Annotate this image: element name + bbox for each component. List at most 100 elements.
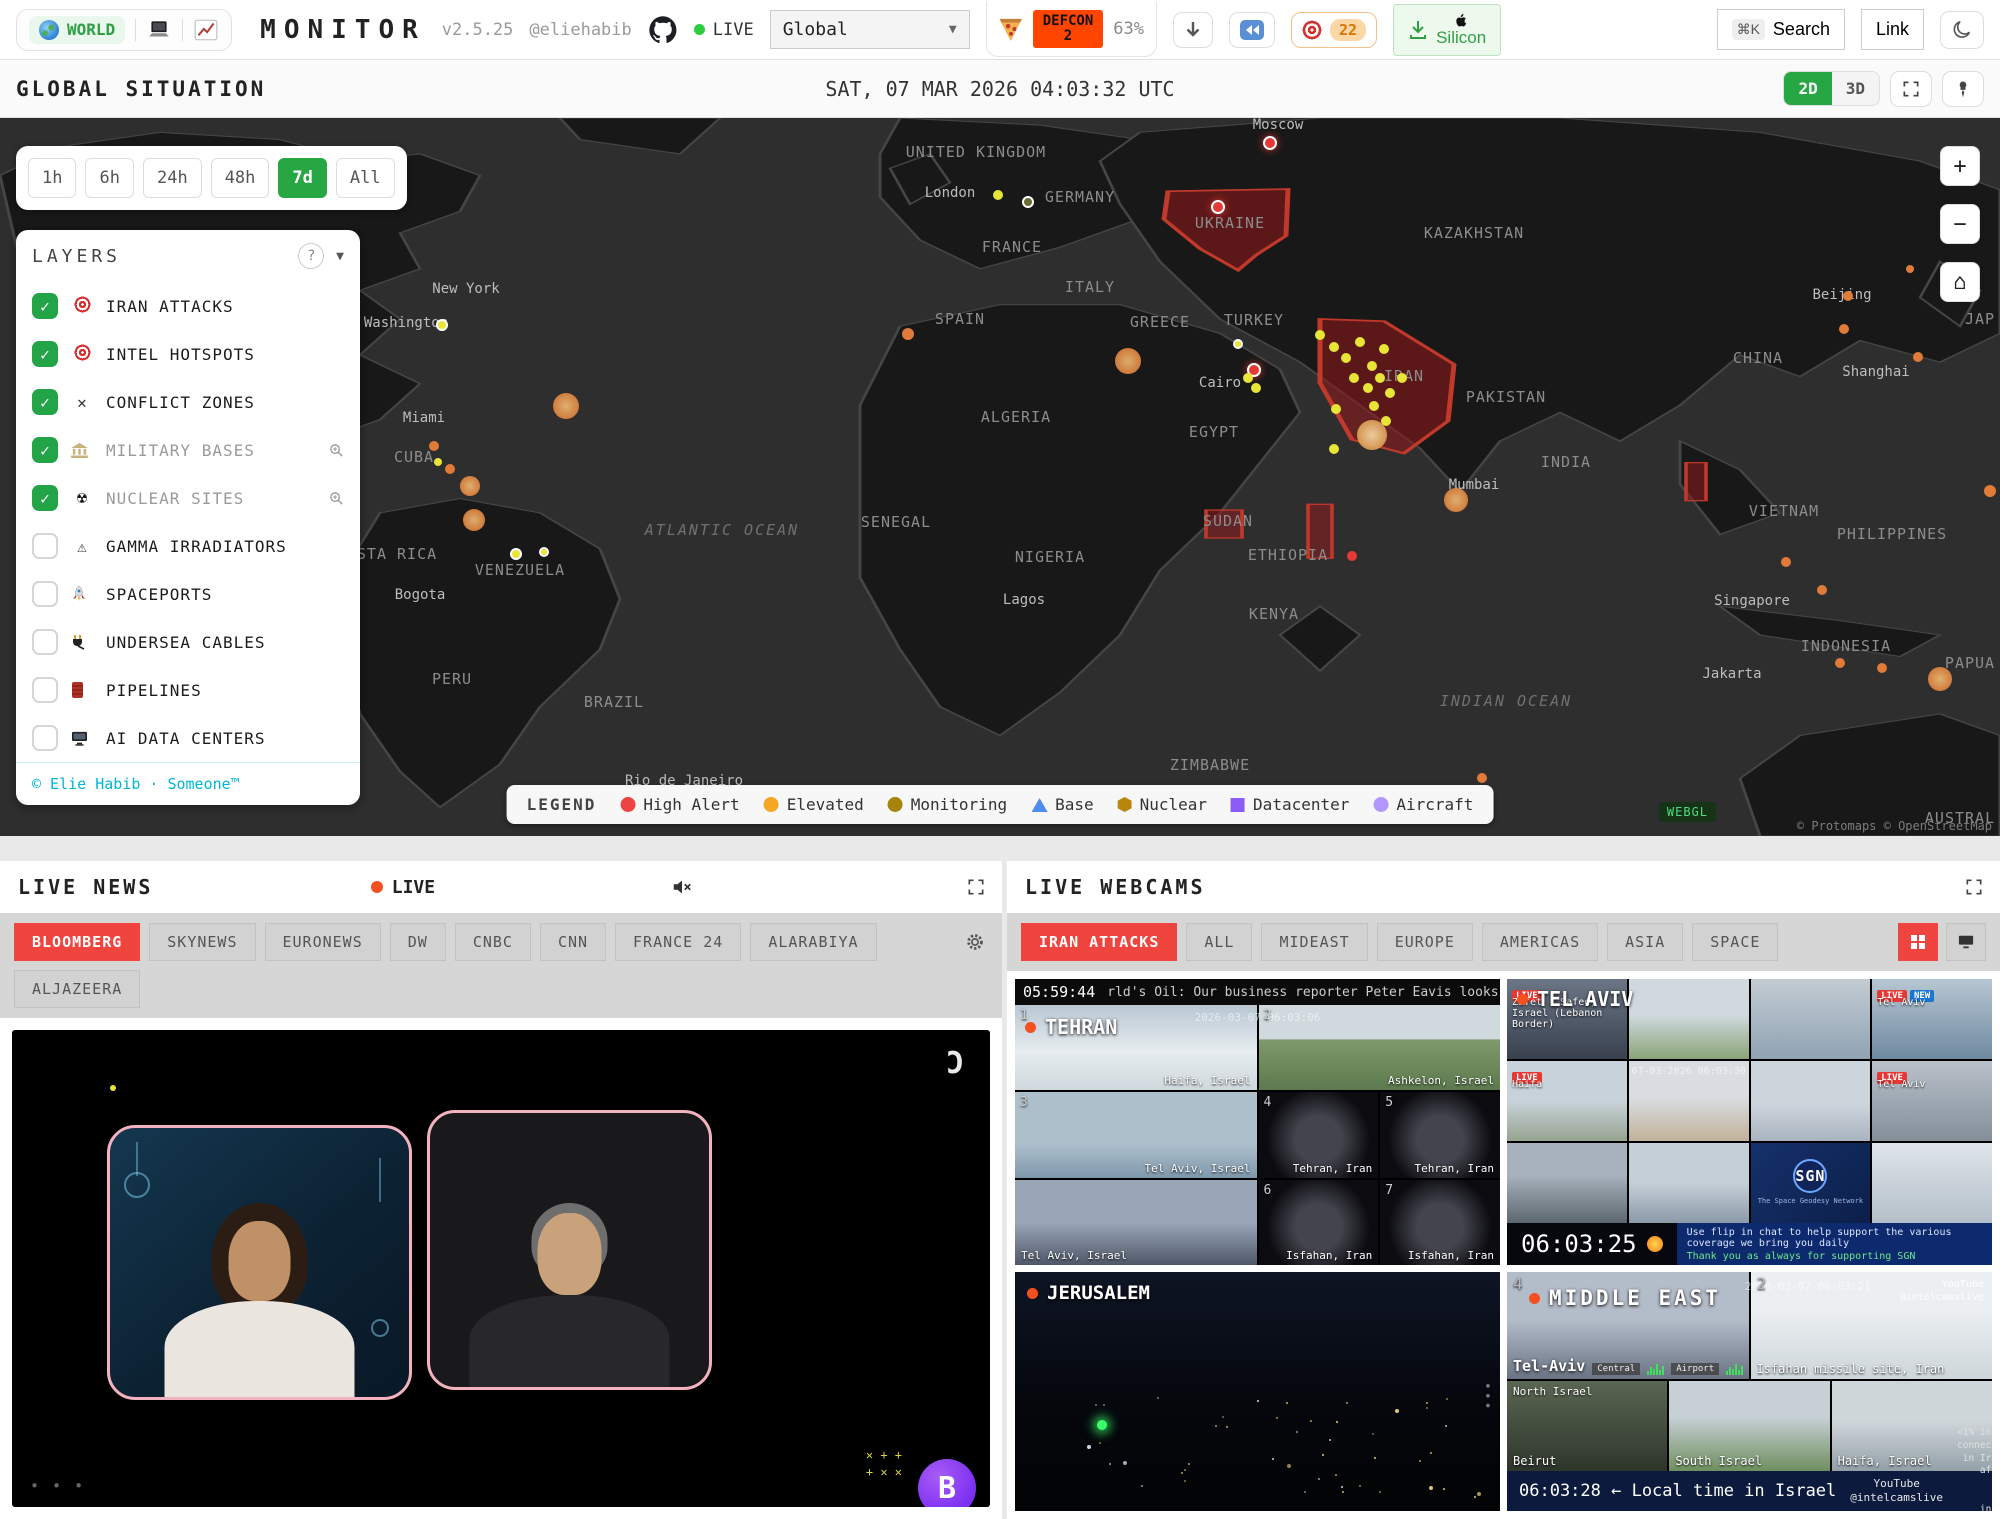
chart-view-button[interactable] [193, 19, 219, 41]
map-marker-yellow[interactable] [1331, 404, 1341, 414]
time-filter-6h[interactable]: 6h [85, 158, 133, 198]
news-channel-cnbc[interactable]: CNBC [455, 923, 531, 961]
map-marker-yellow[interactable] [1329, 444, 1339, 454]
layer-checkbox[interactable] [32, 629, 58, 655]
layer-item-intel-hotspots[interactable]: ✓INTEL HOTSPOTS [16, 330, 360, 378]
news-channel-france-24[interactable]: FRANCE 24 [615, 923, 741, 961]
layer-checkbox[interactable] [32, 677, 58, 703]
help-icon[interactable]: ? [298, 243, 324, 269]
webcam-tab-space[interactable]: SPACE [1692, 923, 1778, 961]
time-filter-24h[interactable]: 24h [143, 158, 202, 198]
author-handle[interactable]: @eliehabib [529, 20, 631, 40]
download-data-button[interactable] [1173, 12, 1213, 48]
webcam-tile-mideast[interactable]: 4 MIDDLE EAST 2026-03-07 06:03:21 YouTub… [1507, 1272, 1992, 1511]
webcam-tab-iran-attacks[interactable]: IRAN ATTACKS [1021, 923, 1177, 961]
conflict-zone[interactable] [1308, 504, 1332, 558]
map-marker-elev[interactable] [1115, 348, 1141, 374]
pin-button[interactable] [1942, 71, 1984, 107]
silicon-download-button[interactable]: Silicon [1393, 4, 1501, 56]
defcon-widget[interactable]: DEFCON 2 63% [986, 2, 1157, 56]
map-fullscreen-button[interactable] [1890, 71, 1932, 107]
news-video-player[interactable]: Ɔ • • • ✕ + ++ ✕ ✕ B [12, 1030, 990, 1507]
collapse-icon[interactable]: ▼ [336, 249, 344, 264]
map-marker-orange[interactable] [1877, 663, 1887, 673]
webcam-cell[interactable] [1751, 979, 1871, 1059]
layer-checkbox[interactable] [32, 581, 58, 607]
link-button[interactable]: Link [1861, 9, 1924, 50]
layer-item-military-bases[interactable]: ✓MILITARY BASES [16, 426, 360, 474]
webcam-cell[interactable]: South Israel [1669, 1381, 1829, 1471]
webcam-cell[interactable]: 07-03-2026 06:03:30 [1629, 1061, 1749, 1141]
layer-item-undersea-cables[interactable]: UNDERSEA CABLES [16, 618, 360, 666]
map-marker-yellow[interactable] [1341, 353, 1351, 363]
map-marker-yellow[interactable] [1369, 401, 1379, 411]
webcam-cell[interactable]: 7Isfahan, Iran [1380, 1180, 1500, 1265]
webcam-tab-americas[interactable]: AMERICAS [1482, 923, 1598, 961]
map-marker-ringdark[interactable] [1022, 196, 1034, 208]
map-marker-ringyellow[interactable] [539, 547, 549, 557]
map-marker-high[interactable] [1211, 200, 1225, 214]
map-marker-yellow[interactable] [1367, 361, 1377, 371]
map-marker-yellow[interactable] [1363, 383, 1373, 393]
laptop-view-button[interactable] [146, 19, 172, 41]
time-filter-1h[interactable]: 1h [28, 158, 76, 198]
webcam-cell[interactable]: LIVETel Aviv [1872, 1061, 1992, 1141]
map-marker-orange[interactable] [1477, 773, 1487, 783]
webcams-fullscreen-button[interactable] [1964, 877, 1984, 897]
news-channel-aljazeera[interactable]: ALJAZEERA [14, 970, 140, 1008]
webcam-tab-all[interactable]: ALL [1186, 923, 1252, 961]
map-marker-ringyellow[interactable] [510, 548, 522, 560]
map-marker-orange[interactable] [445, 464, 455, 474]
zoom-in-button[interactable]: + [1940, 146, 1980, 186]
webcam-cell[interactable] [1751, 1061, 1871, 1141]
news-channel-dw[interactable]: DW [390, 923, 446, 961]
map-marker-ringyellow[interactable] [1233, 339, 1243, 349]
webcam-cell[interactable]: 6Isfahan, Iran [1259, 1180, 1379, 1265]
layer-checkbox[interactable] [32, 533, 58, 559]
map-marker-yellow[interactable] [434, 458, 442, 466]
time-filter-7d[interactable]: 7d [278, 158, 326, 198]
map-marker-orange[interactable] [1839, 324, 1849, 334]
layer-checkbox[interactable]: ✓ [32, 341, 58, 367]
map-marker-high[interactable] [1263, 136, 1277, 150]
map-marker-elev[interactable] [553, 393, 579, 419]
webcam-tab-europe[interactable]: EUROPE [1377, 923, 1473, 961]
map-marker-elev[interactable] [460, 476, 480, 496]
map-marker-orange[interactable] [1843, 291, 1853, 301]
view-3d-button[interactable]: 3D [1832, 72, 1879, 105]
webcam-tile-telaviv[interactable]: TEL AVIV LIVEZafet - Safed, Israel (Leba… [1507, 979, 1992, 1265]
map-marker-elev[interactable] [1928, 667, 1952, 691]
webcam-tile-tehran[interactable]: 05:59:44 rld's Oil: Our business reporte… [1015, 979, 1500, 1265]
news-channel-bloomberg[interactable]: BLOOMBERG [14, 923, 140, 961]
map-marker-yellow[interactable] [1397, 373, 1407, 383]
map-marker-amber[interactable] [1357, 420, 1387, 450]
map-marker-orange[interactable] [902, 328, 914, 340]
search-button[interactable]: ⌘K Search [1717, 9, 1845, 50]
map-marker-ringyellow[interactable] [436, 319, 448, 331]
map-marker-orange[interactable] [1817, 585, 1827, 595]
layer-item-spaceports[interactable]: SPACEPORTS [16, 570, 360, 618]
map-marker-elev[interactable] [1444, 488, 1468, 512]
time-filter-all[interactable]: All [336, 158, 395, 198]
grid-view-button[interactable] [1898, 923, 1938, 961]
world-map[interactable]: MoscowUNITED KINGDOMLondonGERMANYFRANCEU… [0, 118, 2000, 836]
webcam-cell[interactable] [1507, 1143, 1627, 1223]
layer-checkbox[interactable] [32, 725, 58, 751]
map-marker-orange[interactable] [1913, 352, 1923, 362]
map-marker-orange[interactable] [1835, 658, 1845, 668]
webcam-cell[interactable]: 5Tehran, Iran [1380, 1092, 1500, 1177]
webcam-cell[interactable]: 3Tel Aviv, Israel [1015, 1092, 1257, 1177]
map-marker-orange[interactable] [429, 441, 439, 451]
github-link[interactable] [648, 15, 678, 45]
attack-alerts-chip[interactable]: 22 [1291, 12, 1377, 48]
conflict-zone[interactable] [1686, 463, 1706, 501]
rewind-button[interactable] [1229, 12, 1275, 48]
map-marker-yellow[interactable] [1251, 383, 1261, 393]
webcam-cell[interactable]: LIVEHaifa [1507, 1061, 1627, 1141]
webcam-cell[interactable]: 4Tehran, Iran [1259, 1092, 1379, 1177]
webcam-tile-jerusalem[interactable]: JERUSALEM ••• [1015, 1272, 1500, 1511]
webcam-cell[interactable]: SGNThe Space Geodesy Network [1751, 1143, 1871, 1223]
news-channel-cnn[interactable]: CNN [540, 923, 606, 961]
news-channel-euronews[interactable]: EURONEWS [265, 923, 381, 961]
map-marker-yellow[interactable] [1385, 388, 1395, 398]
